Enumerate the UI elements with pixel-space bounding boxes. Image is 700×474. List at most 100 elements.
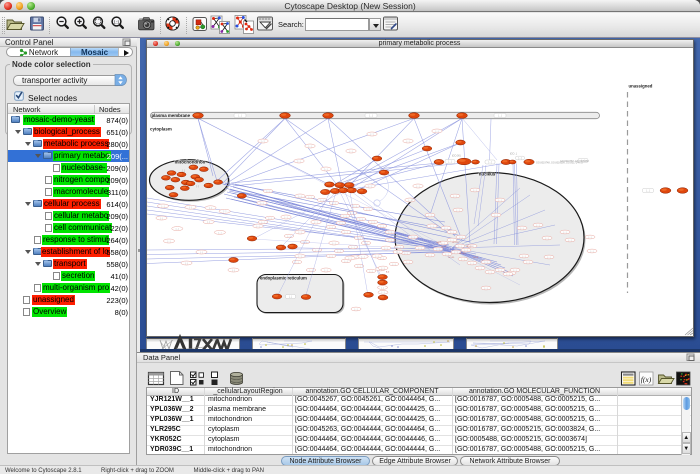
svg-text:[...]: [...]: [406, 262, 409, 264]
svg-text:[...]: [...]: [484, 262, 487, 264]
svg-text:[...]: [...]: [369, 115, 373, 117]
svg-text:[...]: [...]: [522, 256, 525, 258]
svg-text:[...]: [...]: [484, 288, 487, 290]
svg-text:plasma membrane: plasma membrane: [151, 113, 190, 118]
svg-text:[...]: [...]: [441, 243, 444, 245]
svg-text:[...]: [...]: [459, 237, 462, 239]
svg-text:[...]: [...]: [218, 232, 221, 234]
svg-text:endoplasmic reticulum: endoplasmic reticulum: [260, 276, 307, 281]
svg-text:[...]: [...]: [207, 222, 210, 224]
svg-text:[...]: [...]: [381, 292, 384, 294]
svg-text:[...]: [...]: [488, 272, 491, 274]
svg-text:[...]: [...]: [450, 232, 453, 234]
svg-text:[...]: [...]: [588, 237, 591, 239]
svg-text:[...]: [...]: [308, 197, 311, 199]
svg-text:[...]: [...]: [231, 270, 234, 272]
svg-text:[...]: [...]: [416, 186, 419, 188]
svg-text:[...]: [...]: [456, 210, 459, 212]
svg-text:[...]: [...]: [295, 262, 298, 264]
svg-text:[...]: [...]: [329, 256, 332, 258]
svg-text:[...]: [...]: [359, 219, 362, 221]
svg-text:[...]: [...]: [366, 209, 369, 211]
svg-text:[...]: [...]: [288, 296, 292, 298]
svg-text:[...]: [...]: [470, 263, 473, 265]
svg-text:[...]: [...]: [256, 226, 259, 228]
svg-text:[...]: [...]: [435, 131, 438, 133]
svg-text:[...]: [...]: [380, 287, 383, 289]
svg-text:[...]: [...]: [436, 249, 439, 251]
svg-text:[...]: [...]: [498, 270, 501, 272]
svg-text:GO:9: GO:9: [441, 247, 447, 249]
svg-text:[...]: [...]: [444, 228, 447, 230]
svg-text:[...]: [...]: [324, 169, 327, 171]
svg-text:[...]: [...]: [238, 115, 242, 117]
svg-text:[...]: [...]: [344, 232, 347, 234]
svg-text:[...]: [...]: [384, 248, 387, 250]
svg-text:[...]: [...]: [353, 206, 356, 208]
svg-text:[...]: [...]: [445, 254, 448, 256]
svg-text:[...]: [...]: [339, 223, 342, 225]
svg-text:[...]: [...]: [370, 134, 373, 136]
svg-text:unassigned: unassigned: [628, 84, 652, 89]
svg-text:[...]: [...]: [388, 240, 391, 242]
svg-text:[...]: [...]: [494, 215, 497, 217]
svg-text:mitochondrion: mitochondrion: [174, 160, 205, 165]
svg-text:[...]: [...]: [380, 258, 383, 260]
svg-text:[...]: [...]: [348, 258, 351, 260]
svg-text:[...]: [...]: [175, 229, 178, 231]
svg-text:GO:28: GO:28: [452, 242, 459, 244]
svg-text:[...]: [...]: [478, 268, 481, 270]
svg-text:[...]: [...]: [411, 237, 414, 239]
svg-text:[...]: [...]: [458, 246, 461, 248]
svg-text:GO:13: GO:13: [466, 246, 473, 248]
svg-text:[...]: [...]: [488, 162, 492, 164]
svg-text:[...]: [...]: [361, 256, 364, 258]
svg-text:[...]: [...]: [526, 262, 529, 264]
svg-text:[...]: [...]: [473, 190, 476, 192]
svg-text:[...]: [...]: [297, 161, 300, 163]
svg-text:[...]: [...]: [428, 255, 431, 257]
svg-text:[...]: [...]: [408, 200, 411, 202]
svg-text:[...]: [...]: [461, 259, 464, 261]
svg-text:[...]: [...]: [208, 208, 211, 210]
svg-text:[...]: [...]: [547, 257, 550, 259]
svg-text:[...]: [...]: [260, 203, 263, 205]
svg-text:[...]: [...]: [448, 161, 452, 163]
svg-text:[...]: [...]: [261, 141, 264, 143]
svg-text:[...]: [...]: [261, 222, 264, 224]
svg-text:[...]: [...]: [506, 274, 509, 276]
svg-text:[...]: [...]: [167, 241, 170, 243]
svg-text:1:1: 1:1: [113, 20, 120, 25]
svg-text:[...]: [...]: [404, 253, 407, 255]
svg-text:[...]: [...]: [223, 211, 226, 213]
svg-text:[...]: [...]: [375, 256, 378, 258]
svg-text:[...]: [...]: [329, 227, 332, 229]
svg-text:[...]: [...]: [266, 191, 269, 193]
svg-text:[...]: [...]: [309, 270, 312, 272]
svg-text:GO:51: GO:51: [448, 257, 455, 259]
svg-text:[...]: [...]: [308, 146, 311, 148]
svg-text:[...]: [...]: [357, 266, 360, 268]
svg-text:[...]: [...]: [371, 222, 374, 224]
svg-text:[...]: [...]: [188, 207, 191, 209]
svg-text:[...]: [...]: [369, 271, 372, 273]
svg-text:[...]: [...]: [284, 217, 287, 219]
svg-text:[...]: [...]: [498, 200, 501, 202]
svg-text:[...]: [...]: [182, 171, 186, 173]
svg-text:[...]: [...]: [590, 251, 593, 253]
svg-text:GO:0016787, GO:0005488: GO:0016787, GO:0005488: [560, 160, 589, 163]
svg-text:[...]: [...]: [563, 232, 566, 234]
svg-text:[...]: [...]: [351, 247, 354, 249]
svg-text:[...]: [...]: [380, 226, 383, 228]
svg-text:[...]: [...]: [199, 252, 202, 254]
svg-text:[...]: [...]: [545, 238, 548, 240]
svg-text:[...]: [...]: [298, 232, 301, 234]
svg-text:[...]: [...]: [406, 141, 409, 143]
svg-text:GO:2: GO:2: [436, 242, 442, 244]
svg-text:[...]: [...]: [298, 256, 301, 258]
svg-text:[...]: [...]: [646, 190, 650, 192]
svg-text:GO:6: GO:6: [473, 257, 479, 259]
svg-text:[...]: [...]: [453, 196, 456, 198]
svg-text:[...]: [...]: [337, 251, 340, 253]
svg-text:f(x): f(x): [641, 375, 652, 384]
